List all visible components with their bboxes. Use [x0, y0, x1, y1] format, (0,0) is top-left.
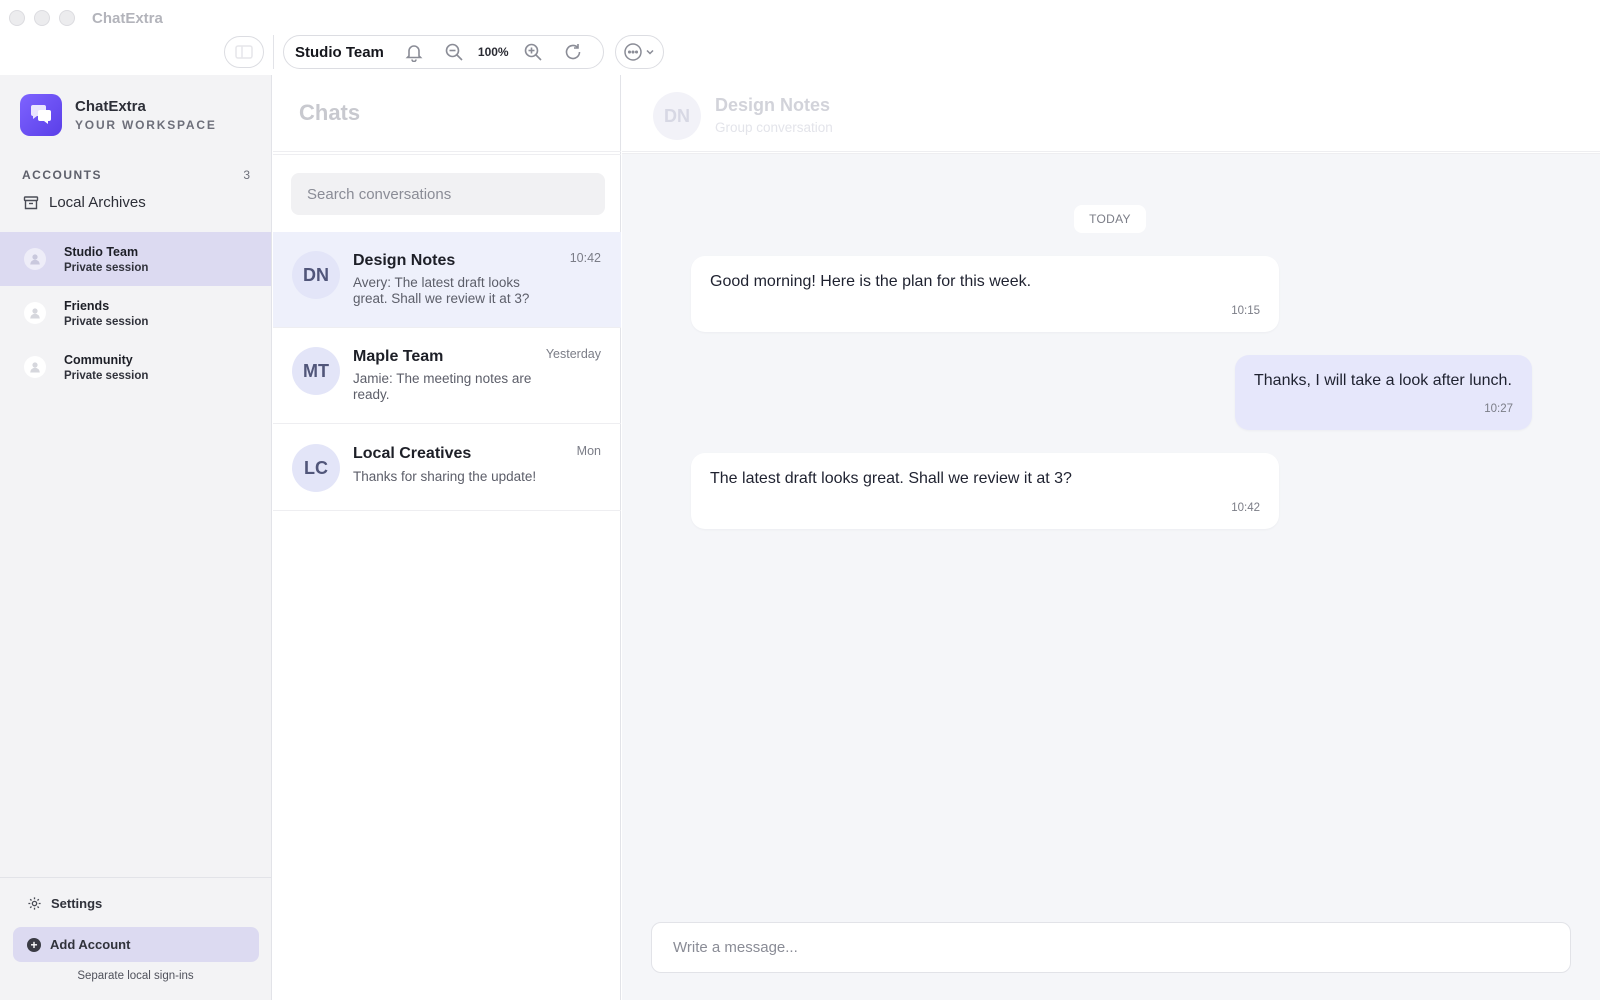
zoom-in-button[interactable] — [519, 38, 547, 66]
close-window-button[interactable] — [9, 10, 25, 26]
reload-icon — [565, 44, 580, 60]
gear-icon — [28, 897, 41, 910]
sidebar: ChatExtra YOUR WORKSPACE ACCOUNTS 3 Loca… — [0, 75, 272, 1000]
window-controls — [9, 10, 75, 26]
conversation-header-avatar: DN — [653, 92, 701, 140]
person-icon — [24, 302, 46, 324]
conversation-preview: Jamie: The meeting notes are ready. — [353, 371, 532, 402]
title-bar: ChatExtra — [0, 0, 1600, 36]
reload-button[interactable] — [559, 38, 587, 66]
conversation-item-design-notes[interactable]: DN Design Notes 10:42 Avery: The latest … — [273, 232, 621, 328]
conversation-time: Yesterday — [545, 347, 601, 361]
minimize-window-button[interactable] — [34, 10, 50, 26]
account-name: Community — [64, 352, 133, 367]
notifications-button[interactable] — [400, 38, 428, 66]
conversation-name: Maple Team — [353, 348, 444, 365]
conversation-name: Local Creatives — [353, 445, 472, 462]
search-input[interactable] — [291, 173, 605, 215]
person-icon — [24, 356, 46, 378]
conversation-name: Design Notes — [353, 252, 456, 269]
account-status: Private session — [64, 315, 149, 328]
brand: ChatExtra YOUR WORKSPACE — [20, 94, 217, 136]
conversation-preview: Thanks for sharing the update! — [353, 469, 537, 484]
chevron-down-icon — [646, 49, 654, 55]
account-item-friends[interactable]: Friends Private session — [0, 286, 271, 340]
account-name: Studio Team — [64, 244, 139, 259]
conversation-avatar: MT — [292, 347, 340, 395]
message-time: 10:42 — [1231, 502, 1260, 514]
message-text: Thanks, I will take a look after lunch. — [1254, 372, 1512, 389]
message-bubble: The latest draft looks great. Shall we r… — [691, 453, 1279, 529]
chat-bubbles-icon — [20, 94, 62, 136]
conversation-avatar: DN — [292, 251, 340, 299]
conversation-item-local-creatives[interactable]: LC Local Creatives Mon Thanks for sharin… — [273, 424, 621, 511]
sidebar-icon — [235, 45, 253, 59]
sidebar-footer: Settings + Add Account Separate local si… — [0, 877, 271, 1000]
brand-subtitle: YOUR WORKSPACE — [75, 118, 217, 132]
conversation-header-subtitle: Group conversation — [715, 120, 833, 135]
accounts-label: ACCOUNTS — [22, 168, 102, 182]
sidebar-footer-note: Separate local sign-ins — [77, 970, 194, 982]
settings-button[interactable]: Settings — [27, 896, 102, 911]
app-title: ChatExtra — [92, 9, 163, 27]
account-item-studio-team[interactable]: Studio Team Private session — [0, 232, 271, 286]
message-time: 10:27 — [1484, 403, 1513, 415]
maximize-window-button[interactable] — [59, 10, 75, 26]
conversation-header: DN Design Notes Group conversation — [622, 75, 1600, 154]
zoom-level: 100% — [477, 45, 509, 59]
zoom-out-button[interactable] — [440, 38, 468, 66]
local-archives-label: Local Archives — [49, 194, 146, 211]
conversation-time: 10:42 — [569, 251, 601, 265]
account-item-community[interactable]: Community Private session — [0, 340, 271, 394]
account-toolbar-group: Studio Team 100% — [283, 35, 604, 69]
message-text: The latest draft looks great. Shall we r… — [710, 470, 1072, 487]
header-divider — [622, 151, 1600, 152]
plus-circle-icon: + — [27, 937, 41, 952]
bell-icon — [405, 45, 423, 62]
conversation-item-maple-team[interactable]: MT Maple Team Yesterday Jamie: The meeti… — [273, 328, 621, 424]
message-text: Good morning! Here is the plan for this … — [710, 273, 1032, 290]
chats-divider — [273, 151, 621, 155]
accounts-count: 3 — [243, 168, 250, 182]
brand-name: ChatExtra — [75, 98, 146, 115]
zoom-out-icon — [445, 43, 463, 61]
conversation-avatar: LC — [292, 444, 340, 492]
conversation-header-title: Design Notes — [715, 95, 831, 115]
toolbar-divider — [273, 35, 274, 69]
message-bubble: Good morning! Here is the plan for this … — [691, 256, 1279, 332]
chat-list-panel: Chats DN Design Notes 10:42 Avery: The l… — [273, 75, 621, 1000]
person-icon — [24, 248, 46, 270]
conversation-preview: Avery: The latest draft looks great. Sha… — [353, 275, 530, 306]
toolbar: Studio Team 100% — [224, 35, 664, 69]
add-account-label: Add Account — [50, 937, 131, 952]
more-icon — [624, 43, 642, 61]
conversation-time: Mon — [576, 444, 601, 458]
chats-title: Chats — [299, 100, 361, 125]
account-status: Private session — [64, 369, 149, 382]
more-options-button[interactable] — [614, 35, 664, 69]
zoom-in-icon — [524, 43, 542, 61]
account-name: Friends — [64, 298, 110, 313]
conversation-panel: DN Design Notes Group conversation TODAY… — [622, 75, 1600, 1000]
message-time: 10:15 — [1231, 305, 1260, 317]
archive-icon — [23, 195, 39, 209]
settings-label: Settings — [51, 896, 103, 911]
accounts-header: ACCOUNTS 3 — [22, 168, 250, 182]
add-account-button[interactable]: + Add Account — [13, 927, 259, 962]
toggle-sidebar-button[interactable] — [224, 36, 264, 68]
account-status: Private session — [64, 261, 149, 274]
message-input[interactable] — [651, 922, 1571, 973]
current-account-title: Studio Team — [295, 43, 384, 61]
message-bubble-outgoing: Thanks, I will take a look after lunch. … — [1235, 355, 1532, 430]
day-separator: TODAY — [1074, 205, 1146, 233]
local-archives-item[interactable]: Local Archives — [23, 194, 146, 211]
